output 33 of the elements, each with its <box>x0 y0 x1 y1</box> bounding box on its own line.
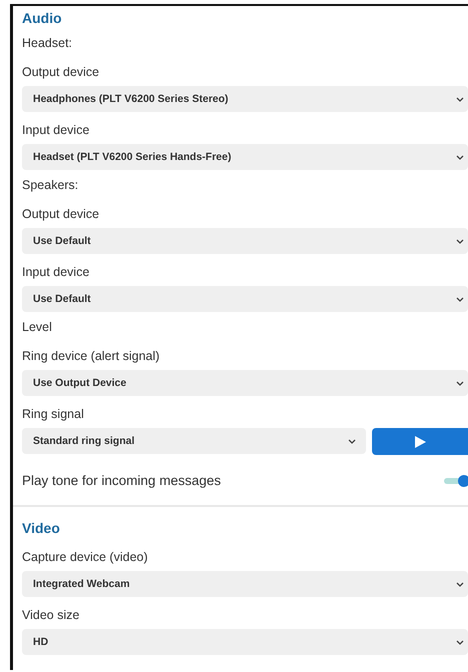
field-label: Output device <box>22 64 100 81</box>
field-label: Ring device (alert signal) <box>22 348 161 365</box>
field-label: Capture device (video) <box>22 549 149 566</box>
dropdown[interactable]: Headphones (PLT V6200 Series Stereo) <box>22 86 468 112</box>
chevron-down-icon <box>456 640 464 644</box>
chevron-down-icon <box>456 296 464 302</box>
dropdown[interactable]: Integrated Webcam <box>22 571 468 597</box>
chevron-down-icon <box>456 238 464 244</box>
field-label: Input device <box>22 264 90 281</box>
chevron-down-icon <box>456 582 464 586</box>
dropdown[interactable]: HD <box>22 629 468 655</box>
field-label: Input device <box>22 122 90 139</box>
dropdown[interactable]: Use Output Device <box>22 370 468 396</box>
group-label: Headset: <box>22 35 74 52</box>
group-label: Level <box>22 319 53 336</box>
chevron-down-icon <box>456 154 464 160</box>
field-label: Ring signal <box>22 406 85 423</box>
dropdown[interactable]: Headset (PLT V6200 Series Hands-Free) <box>22 144 468 170</box>
play-button[interactable] <box>372 428 468 455</box>
chevron-down-icon <box>456 380 464 386</box>
chevron-down-icon <box>456 96 464 102</box>
group-label: Speakers: <box>22 177 80 194</box>
section-heading: Audio <box>22 9 63 28</box>
play-icon <box>414 436 426 448</box>
dropdown[interactable]: Standard ring signal <box>22 428 366 454</box>
field-label: Output device <box>22 206 100 223</box>
section-heading: Video <box>22 519 61 538</box>
dropdown[interactable]: Use Default <box>22 286 468 312</box>
toggle-label: Play tone for incoming messages <box>22 472 221 490</box>
toggle-switch[interactable] <box>444 478 468 484</box>
dropdown[interactable]: Use Default <box>22 228 468 254</box>
field-label: Video size <box>22 607 80 624</box>
chevron-down-icon <box>348 438 356 444</box>
